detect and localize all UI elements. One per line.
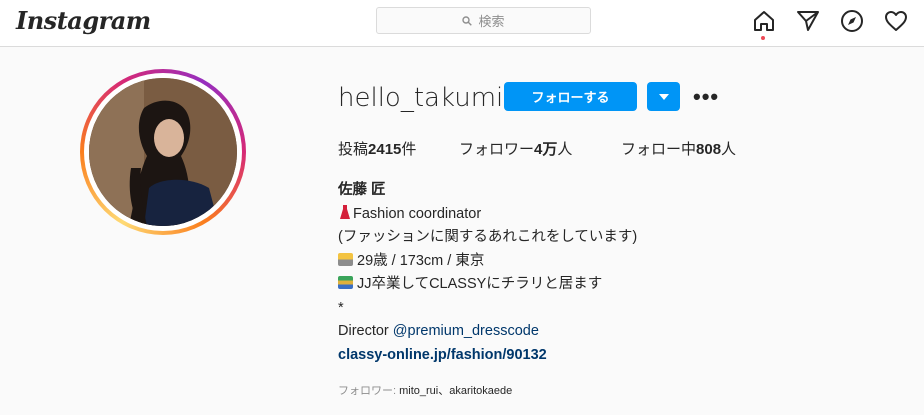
bio-line-details: 29歳 / 173cm / 東京 [338, 250, 637, 274]
activity-icon[interactable] [883, 8, 909, 34]
instagram-logo[interactable]: Instagram [16, 6, 151, 35]
top-navigation-bar: Instagram 検索 [0, 0, 924, 47]
explore-icon[interactable] [839, 8, 865, 34]
caret-down-icon [658, 93, 669, 100]
followed-by[interactable]: フォロワー: mito_rui、akaritokaede [338, 382, 512, 398]
website-link[interactable]: classy-online.jp/fashion/90132 [338, 344, 637, 368]
search-placeholder: 検索 [478, 14, 505, 29]
bio-line-director: Director @premium_dresscode [338, 323, 539, 339]
full-name: 佐藤 匠 [338, 182, 386, 198]
person-icon [338, 252, 353, 266]
profile-bio: 佐藤 匠 Fashion coordinator (ファッションに関するあれこれ… [338, 179, 637, 367]
dress-icon [340, 204, 350, 219]
follow-button[interactable]: フォローする [504, 82, 637, 111]
bio-line-separator: * [338, 299, 344, 316]
direct-icon[interactable] [795, 8, 821, 34]
avatar-photo [89, 78, 237, 226]
bio-line-description: (ファッションに関するあれこれをしています) [338, 229, 638, 245]
posts-count: 投稿2415件 [338, 141, 417, 158]
home-icon[interactable] [751, 8, 777, 34]
notification-dot [761, 36, 765, 40]
profile-username: hello_takumi [338, 83, 504, 113]
followers-count[interactable]: フォロワー4万人 [459, 138, 572, 159]
bio-line-occupation: Fashion coordinator [338, 203, 637, 227]
following-count[interactable]: フォロー中808人 [621, 138, 736, 159]
books-icon [338, 276, 353, 289]
suggested-dropdown-button[interactable] [647, 82, 680, 111]
profile-avatar[interactable] [80, 69, 246, 235]
bio-line-magazine: JJ卒業してCLASSYにチラリと居ます [338, 273, 637, 297]
avatar-border [84, 73, 242, 231]
more-options-icon[interactable]: ••• [693, 84, 719, 110]
search-icon [462, 15, 473, 26]
director-mention-link[interactable]: @premium_dresscode [393, 323, 539, 339]
search-input[interactable]: 検索 [376, 7, 591, 34]
